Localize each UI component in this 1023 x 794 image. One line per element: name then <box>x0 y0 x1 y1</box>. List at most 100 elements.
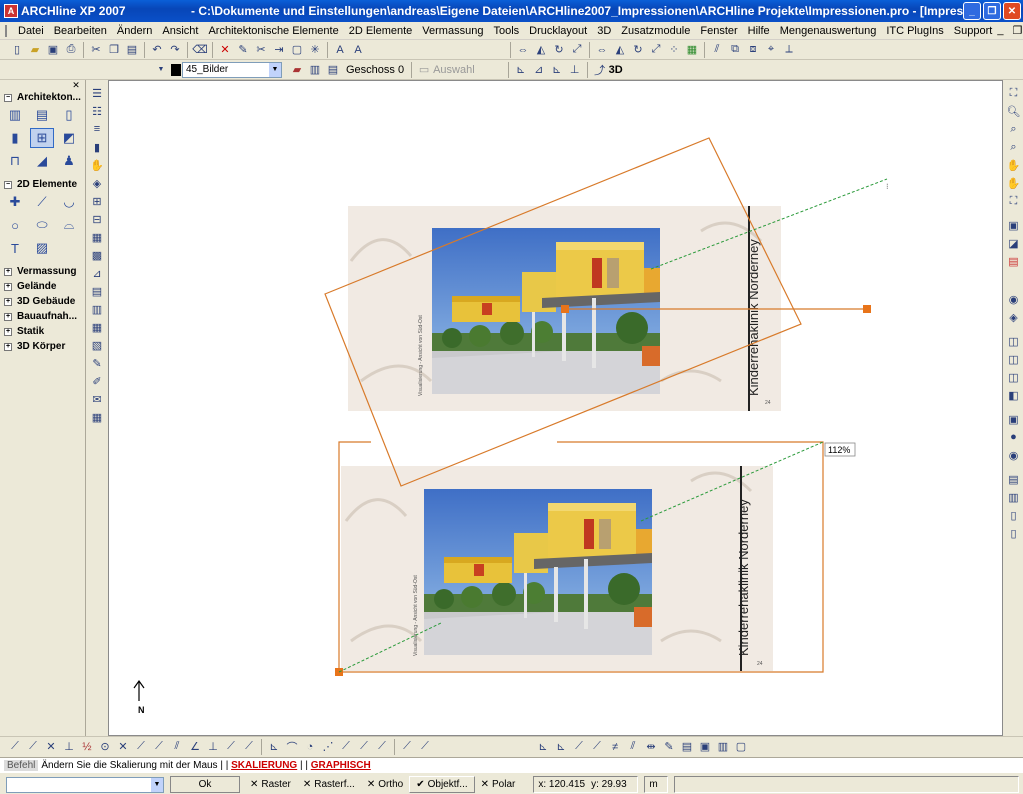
export-icon[interactable]: ▤ <box>1006 471 1022 487</box>
frame-icon[interactable]: ▢ <box>289 42 305 58</box>
pick-icon[interactable]: ⌖ <box>763 42 779 58</box>
matrix-icon[interactable]: ▦ <box>89 409 105 425</box>
beam-icon[interactable]: ⊓ <box>3 151 27 171</box>
elevation-icon[interactable]: ⊟ <box>89 211 105 227</box>
snap-nearest-icon[interactable]: ⟋ <box>133 739 149 755</box>
polar-toggle[interactable]: ✕ Polar <box>475 776 522 793</box>
furniture-icon[interactable]: ♟ <box>57 151 81 171</box>
note-icon[interactable]: ✉ <box>89 391 105 407</box>
array-icon[interactable]: ⁘ <box>666 42 682 58</box>
snap-corner-icon[interactable]: ⊾ <box>266 739 282 755</box>
stair-icon[interactable]: ☰ <box>89 85 105 101</box>
view-axis-icon[interactable]: ⊥ <box>567 62 583 78</box>
zoom-in-icon[interactable]: 🔍︎ <box>1006 103 1022 119</box>
category-statik[interactable]: + Statik <box>0 324 85 339</box>
rotate-copy-icon[interactable]: ↻ <box>630 42 646 58</box>
facade-icon[interactable]: ▦ <box>89 229 105 245</box>
category-bauaufnahme[interactable]: + Bauaufnah... <box>0 309 85 324</box>
visibility-eye-icon[interactable]: ◉ <box>1006 291 1022 307</box>
snap-normal-icon[interactable]: ⊥ <box>205 739 221 755</box>
menu-2d-elemente[interactable]: 2D Elemente <box>344 25 418 37</box>
snap-pen-icon[interactable]: ✎ <box>661 739 677 755</box>
ortho-toggle[interactable]: ✕ Ortho <box>361 776 409 793</box>
scale-handle-start[interactable] <box>561 305 569 313</box>
zoom-extents-icon[interactable]: ⛶ <box>1006 85 1022 101</box>
wall-view-icon[interactable]: ▯ <box>1006 525 1022 541</box>
rotate-icon[interactable]: ↻ <box>551 42 567 58</box>
layer-color-swatch[interactable] <box>171 63 181 76</box>
text-icon[interactable]: T <box>3 238 27 258</box>
render-icon[interactable]: ◈ <box>1006 309 1022 325</box>
eraser-icon[interactable]: ⌫ <box>192 42 208 58</box>
grid-window-icon[interactable]: ⊞ <box>30 128 54 148</box>
selection-icon[interactable]: ▭ <box>416 62 432 78</box>
window-icon[interactable]: ▤ <box>30 105 54 125</box>
ungroup-icon[interactable]: ⧈ <box>745 42 761 58</box>
category-architektur[interactable]: − Architekton... <box>0 90 85 105</box>
schedule-icon[interactable]: ▥ <box>89 301 105 317</box>
snap-extend-icon[interactable]: ⟋ <box>241 739 257 755</box>
snap-chain-icon[interactable]: ⟋ <box>417 739 433 755</box>
paint-icon[interactable]: ✐ <box>89 373 105 389</box>
menu-bearbeiten[interactable]: Bearbeiten <box>49 25 112 37</box>
menu-architektonische-elemente[interactable]: Architektonische Elemente <box>203 25 343 37</box>
label-icon[interactable]: ◈ <box>89 175 105 191</box>
building-icon[interactable]: ▩ <box>89 247 105 263</box>
menu-zusatzmodule[interactable]: Zusatzmodule <box>616 25 695 37</box>
snap-half-icon[interactable]: ½ <box>79 739 95 755</box>
mirror-copy-icon[interactable]: ◭ <box>612 42 628 58</box>
menu-mengenauswertung[interactable]: Mengenauswertung <box>775 25 882 37</box>
menu-drucklayout[interactable]: Drucklayout <box>524 25 592 37</box>
polyline-icon[interactable]: ⌓ <box>57 215 81 235</box>
box-icon[interactable]: ◫ <box>1006 351 1022 367</box>
snap-quadrant-icon[interactable]: ◔ <box>302 739 318 755</box>
explode-icon[interactable]: ✳ <box>307 42 323 58</box>
snap-angle-icon[interactable]: ∠ <box>187 739 203 755</box>
save-icon[interactable]: ▣ <box>45 42 61 58</box>
view-3d-label[interactable]: 3D <box>609 64 623 76</box>
snap-tracking-icon[interactable]: ⟋ <box>338 739 354 755</box>
menu-support[interactable]: Support <box>949 25 998 37</box>
zoom-all-icon[interactable]: ⛶ <box>1006 193 1022 209</box>
snap-note-icon[interactable]: ▤ <box>679 739 695 755</box>
redo-icon[interactable]: ↷ <box>167 42 183 58</box>
scale-icon[interactable]: ⤢ <box>569 42 585 58</box>
menu-hilfe[interactable]: Hilfe <box>743 25 775 37</box>
roof-icon[interactable]: ◢ <box>30 151 54 171</box>
pan-hand-icon[interactable]: ✋ <box>1006 157 1022 173</box>
column-icon[interactable]: ▮ <box>3 128 27 148</box>
arc-icon[interactable]: ◡ <box>57 192 81 212</box>
layer-manager-icon[interactable]: ▰ <box>289 62 305 78</box>
extend-icon[interactable]: ⇥ <box>271 42 287 58</box>
snap-axis-icon[interactable]: ⟋ <box>571 739 587 755</box>
command-option-skalierung[interactable]: SKALIERUNG <box>231 760 297 771</box>
grid-array-icon[interactable]: ▦ <box>684 42 700 58</box>
close-button[interactable]: ✕ <box>1003 2 1021 20</box>
snap-polar-icon[interactable]: ⟋ <box>399 739 415 755</box>
scale-handle-end[interactable] <box>863 305 871 313</box>
command-input[interactable]: ▼ <box>6 776 164 793</box>
menu-vermassung[interactable]: Vermassung <box>417 25 488 37</box>
category-2d-elemente[interactable]: −2D Elemente <box>0 177 85 192</box>
snap-grid2-icon[interactable]: ⊾ <box>553 739 569 755</box>
railing-icon[interactable]: ☷ <box>89 103 105 119</box>
storey-icon[interactable]: ▤ <box>325 62 341 78</box>
line-icon[interactable]: ⟋ <box>30 192 54 212</box>
snap-stamp-icon[interactable]: ▥ <box>715 739 731 755</box>
edit-icon[interactable]: ✎ <box>235 42 251 58</box>
menu-tools[interactable]: Tools <box>488 25 524 37</box>
objektfang-toggle[interactable]: ✔ Objektf... <box>409 776 475 793</box>
group-icon[interactable]: ⧉ <box>727 42 743 58</box>
grid-icon[interactable]: ▦ <box>89 319 105 335</box>
snap-intersection-icon[interactable]: ✕ <box>43 739 59 755</box>
zoom-window-icon[interactable]: ⌕ <box>1006 121 1022 137</box>
minimize-button[interactable]: _ <box>963 2 981 20</box>
camera-icon[interactable]: ▣ <box>1006 411 1022 427</box>
category-gelaende[interactable]: + Gelände <box>0 279 85 294</box>
view-window-icon[interactable]: ▣ <box>1006 217 1022 233</box>
storey-label[interactable]: Geschoss 0 <box>342 64 408 76</box>
open-folder-icon[interactable]: ▰ <box>27 42 43 58</box>
snap-midpoint-icon[interactable]: ⟋ <box>25 739 41 755</box>
stairs-icon[interactable]: ⊿ <box>89 265 105 281</box>
text-replace-icon[interactable]: A <box>350 42 366 58</box>
